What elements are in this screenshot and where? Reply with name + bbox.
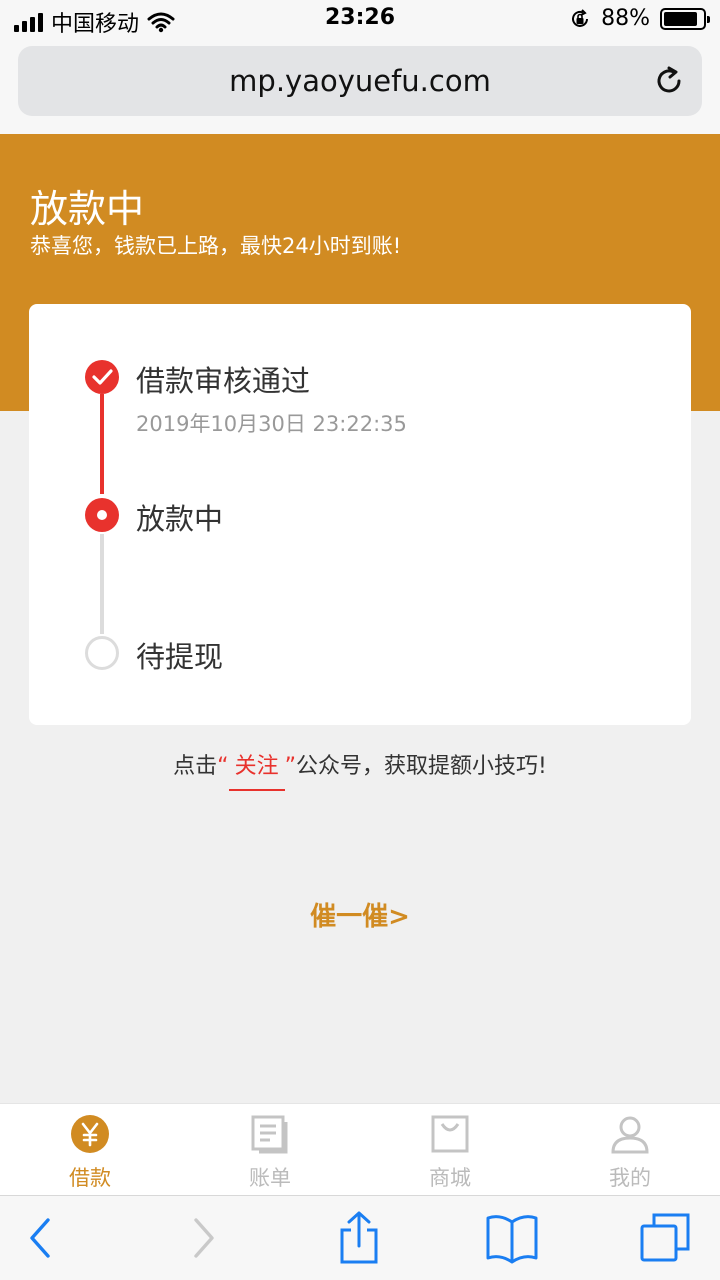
shopping-bag-icon [431,1115,469,1153]
bookmarks-icon[interactable] [484,1210,540,1266]
tab-label: 账单 [249,1166,291,1190]
user-icon [611,1116,649,1154]
step-label: 放款中 [136,502,224,536]
timeline-line-done [100,394,104,494]
progress-card: 借款审核通过 2019年10月30日 23:22:35 放款中 待提现 [29,304,691,725]
battery-fill [664,11,698,26]
bill-icon [251,1115,288,1154]
tab-mine[interactable]: 我的 [540,1104,720,1196]
follow-open-quote: “ [217,754,229,779]
tab-mall[interactable]: 商城 [360,1104,540,1196]
bottom-tab-bar: 借款 账单 商城 我的 [0,1103,720,1195]
back-icon[interactable] [14,1210,70,1266]
tab-bill[interactable]: 账单 [180,1104,360,1196]
urge-button[interactable]: 催一催> [0,896,720,933]
browser-address-area: mp.yaoyuefu.com [0,40,720,134]
tab-label: 我的 [609,1166,651,1190]
rotation-lock-icon [572,8,589,27]
reload-icon[interactable] [652,64,686,98]
status-bar: 中国移动 23:26 88% [0,0,720,40]
yen-circle-icon [71,1115,109,1153]
follow-tip: 点击“ 关注 ”公众号，获取提额小技巧! [0,748,720,791]
check-circle-icon [85,360,119,394]
forward-icon[interactable] [176,1210,232,1266]
tab-loan[interactable]: 借款 [0,1104,180,1196]
follow-link[interactable]: 关注 [228,754,285,791]
follow-suffix: 公众号，获取提额小技巧! [296,754,547,779]
step-label: 借款审核通过 [136,364,311,398]
empty-circle-icon [85,636,119,670]
tabs-icon[interactable] [638,1210,694,1266]
follow-prefix: 点击 [173,754,218,779]
active-dot-icon [85,498,119,532]
url-text[interactable]: mp.yaoyuefu.com [18,64,702,98]
timeline-line-pending [100,534,104,634]
follow-close-quote: ” [284,754,296,779]
step-label: 待提现 [136,640,224,674]
address-bar[interactable]: mp.yaoyuefu.com [18,46,702,116]
tab-label: 商城 [429,1166,471,1190]
battery-percent: 88% [601,6,650,31]
status-right: 88% [569,6,710,31]
battery-icon [660,7,710,30]
browser-toolbar [0,1195,720,1280]
tab-label: 借款 [69,1166,111,1190]
step-time: 2019年10月30日 23:22:35 [136,412,407,436]
page-subtitle: 恭喜您，钱款已上路，最快24小时到账! [30,234,402,258]
page-title: 放款中 [30,187,145,231]
share-icon[interactable] [331,1210,387,1266]
